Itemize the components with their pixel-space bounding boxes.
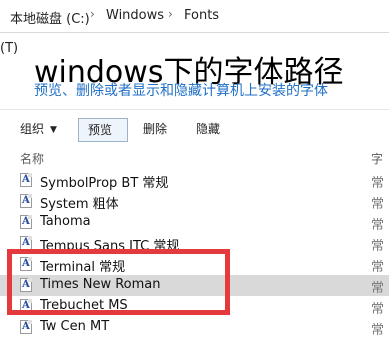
breadcrumb-local-disk[interactable]: 本地磁盘 (C:) xyxy=(10,8,90,27)
hide-button[interactable]: 隐藏 xyxy=(196,118,220,142)
list-item[interactable]: A Trebuchet MS 常 xyxy=(0,296,389,317)
breadcrumb-windows[interactable]: Windows xyxy=(106,8,164,23)
file-name: Tw Cen MT xyxy=(40,319,110,334)
file-type: 常 xyxy=(371,176,385,191)
list-item-selected[interactable]: A Times New Roman 常 xyxy=(0,275,389,296)
font-file-icon: A xyxy=(20,257,32,271)
file-name: Terminal 常规 xyxy=(40,260,126,275)
list-item[interactable]: A SymbolProp BT 常规 常 xyxy=(0,170,389,191)
breadcrumb-separator-icon[interactable]: › xyxy=(168,7,173,21)
font-file-icon: A xyxy=(20,299,32,313)
list-item[interactable]: A Tempus Sans ITC 常规 常 xyxy=(0,233,389,254)
column-header-name[interactable]: 名称 xyxy=(20,150,44,167)
file-name: Tahoma xyxy=(40,214,91,229)
address-bar[interactable]: 本地磁盘 (C:) › Windows › Fonts xyxy=(0,0,389,33)
preview-button[interactable]: 预览 xyxy=(78,118,128,142)
delete-button[interactable]: 删除 xyxy=(143,118,167,142)
font-file-icon: A xyxy=(20,194,32,208)
list-item[interactable]: A Tw Cen MT 常 xyxy=(0,317,389,338)
organize-button[interactable]: 组织 ▼ xyxy=(20,118,57,142)
menu-item-tools[interactable]: (T) xyxy=(0,41,18,56)
font-file-icon: A xyxy=(20,215,32,229)
list-item[interactable]: A System 粗体 常 xyxy=(0,191,389,212)
organize-label: 组织 xyxy=(20,122,45,136)
file-type: 常 xyxy=(371,239,385,254)
file-type: 常 xyxy=(371,323,385,338)
file-name: Times New Roman xyxy=(40,277,161,292)
file-type: 常 xyxy=(371,260,385,275)
list-item[interactable]: A Tahoma 常 xyxy=(0,212,389,233)
file-type: 常 xyxy=(371,197,385,212)
page-subtitle: 预览、删除或者显示和隐藏计算机上安装的字体 xyxy=(34,83,328,99)
font-file-icon: A xyxy=(20,278,32,292)
font-file-icon: A xyxy=(20,236,32,250)
breadcrumb-fonts[interactable]: Fonts xyxy=(184,8,219,23)
file-name: Trebuchet MS xyxy=(40,298,128,313)
file-type: 常 xyxy=(371,302,385,317)
file-type: 常 xyxy=(371,218,385,233)
font-file-icon: A xyxy=(20,320,32,334)
file-type: 常 xyxy=(371,281,385,296)
file-name: System 粗体 xyxy=(40,197,119,212)
file-name: Tempus Sans ITC 常规 xyxy=(40,239,180,254)
toolbar-divider xyxy=(0,109,389,110)
chevron-down-icon: ▼ xyxy=(50,125,57,135)
file-name: SymbolProp BT 常规 xyxy=(40,176,169,191)
breadcrumb-separator-icon[interactable]: › xyxy=(90,7,95,21)
list-item[interactable]: A Terminal 常规 常 xyxy=(0,254,389,275)
font-file-icon: A xyxy=(20,173,32,187)
column-header-right[interactable]: 字 xyxy=(371,150,383,167)
